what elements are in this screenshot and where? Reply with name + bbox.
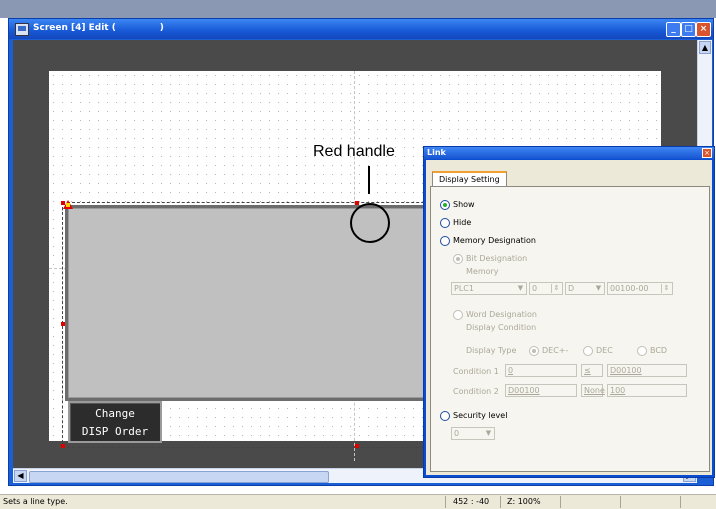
device-type-dropdown-icon: ▼ bbox=[595, 284, 602, 292]
security-level-value: 0 bbox=[454, 429, 460, 438]
device-number-value: 0 bbox=[532, 284, 538, 293]
condition1-left-field[interactable]: 0 bbox=[505, 364, 577, 377]
plc-value: PLC1 bbox=[454, 284, 474, 293]
link-dialog-titlebar[interactable]: Link × bbox=[424, 147, 714, 159]
device-type-select[interactable]: D ▼ bbox=[565, 282, 605, 295]
red-handle-callout: Red handle bbox=[313, 143, 395, 160]
dec-radio[interactable] bbox=[583, 346, 593, 356]
dec-label: DEC bbox=[596, 346, 613, 355]
security-level-radio[interactable] bbox=[440, 411, 450, 421]
close-button[interactable]: × bbox=[696, 22, 711, 37]
scroll-left-icon[interactable]: ◀ bbox=[14, 470, 27, 482]
title-bar[interactable]: Screen [4] Edit ( ) _ □ × bbox=[9, 19, 713, 39]
handle-top-middle[interactable] bbox=[355, 201, 359, 205]
condition2-operator[interactable]: None bbox=[581, 384, 605, 397]
status-separator bbox=[560, 496, 561, 508]
device-type-value: D bbox=[568, 284, 575, 293]
link-dialog-title: Link bbox=[427, 148, 446, 157]
bit-designation-radio[interactable] bbox=[453, 254, 463, 264]
horizontal-scroll-thumb[interactable] bbox=[29, 471, 329, 483]
switch-label-line1: Change bbox=[95, 407, 135, 420]
bcd-radio[interactable] bbox=[637, 346, 647, 356]
callout-line bbox=[368, 166, 370, 194]
display-type-label: Display Type bbox=[466, 346, 517, 355]
handle-bottom-left[interactable] bbox=[61, 444, 65, 448]
condition1-operator[interactable]: ≤ bbox=[581, 364, 603, 377]
status-separator bbox=[680, 496, 681, 508]
status-separator bbox=[500, 496, 501, 508]
handle-bottom-middle[interactable] bbox=[355, 444, 359, 448]
bit-designation-label: Bit Designation bbox=[466, 254, 528, 263]
security-dropdown-icon: ▼ bbox=[485, 429, 492, 437]
display-setting-pane: Show Hide Memory Designation Bit Designa… bbox=[430, 186, 710, 472]
condition2-right-field[interactable]: 100 bbox=[607, 384, 687, 397]
tab-display-setting[interactable]: Display Setting bbox=[432, 171, 507, 186]
condition2-operator-value: None bbox=[584, 386, 605, 395]
word-designation-radio[interactable] bbox=[453, 310, 463, 320]
condition2-left-value: D00100 bbox=[508, 386, 540, 395]
maximize-button[interactable]: □ bbox=[681, 22, 696, 37]
minimize-button[interactable]: _ bbox=[666, 22, 681, 37]
status-separator bbox=[445, 496, 446, 508]
word-designation-label: Word Designation bbox=[466, 310, 537, 319]
link-dialog-body: Display Setting Show Hide Memory Designa… bbox=[426, 160, 712, 475]
memory-label: Memory bbox=[466, 267, 499, 276]
condition2-right-value: 100 bbox=[610, 386, 626, 395]
condition1-label: Condition 1 bbox=[453, 367, 499, 376]
status-message: Sets a line type. bbox=[3, 497, 68, 506]
handle-middle-left[interactable] bbox=[61, 322, 65, 326]
condition1-operator-value: ≤ bbox=[584, 366, 591, 375]
security-level-select[interactable]: 0 ▼ bbox=[451, 427, 495, 440]
zoom-level: Z: 100% bbox=[507, 497, 541, 506]
link-dialog: Link × Display Setting Show Hide Memory … bbox=[423, 146, 715, 478]
show-radio[interactable] bbox=[440, 200, 450, 210]
display-condition-label: Display Condition bbox=[466, 323, 537, 332]
switch-label-line2: DISP Order bbox=[81, 425, 149, 438]
callout-circle bbox=[350, 203, 390, 243]
top-strip bbox=[0, 0, 716, 18]
screen-icon bbox=[15, 23, 29, 36]
security-level-label: Security level bbox=[453, 411, 508, 420]
status-bar: Sets a line type. 452 : -40 Z: 100% bbox=[0, 494, 716, 509]
device-number-spin-icon: ⇕ bbox=[551, 284, 561, 293]
address-spin-icon: ⇕ bbox=[661, 284, 671, 293]
dec-pm-label: DEC+- bbox=[542, 346, 569, 355]
bcd-label: BCD bbox=[650, 346, 668, 355]
condition1-left-value: 0 bbox=[508, 366, 514, 375]
hide-label: Hide bbox=[453, 218, 472, 227]
dec-pm-radio[interactable] bbox=[529, 346, 539, 356]
address-value: 00100-00 bbox=[610, 284, 649, 293]
memory-designation-label: Memory Designation bbox=[453, 236, 536, 245]
condition1-right-value: D00100 bbox=[610, 366, 642, 375]
scroll-up-icon[interactable]: ▲ bbox=[699, 41, 711, 54]
show-label: Show bbox=[453, 200, 475, 209]
condition1-right-field[interactable]: D00100 bbox=[607, 364, 687, 377]
memory-designation-radio[interactable] bbox=[440, 236, 450, 246]
hide-radio[interactable] bbox=[440, 218, 450, 228]
status-separator bbox=[620, 496, 621, 508]
cursor-coordinates: 452 : -40 bbox=[453, 497, 490, 506]
change-disp-order-switch[interactable]: Change DISP Order bbox=[68, 401, 162, 443]
plc-dropdown-icon: ▼ bbox=[517, 284, 524, 292]
address-stepper[interactable]: 00100-00 ⇕ bbox=[607, 282, 673, 295]
link-close-icon[interactable]: × bbox=[702, 148, 712, 158]
handle-top-left[interactable] bbox=[61, 201, 65, 205]
plc-select[interactable]: PLC1 ▼ bbox=[451, 282, 527, 295]
window-title: Screen [4] Edit ( ) bbox=[33, 23, 164, 33]
condition2-left-field[interactable]: D00100 bbox=[505, 384, 577, 397]
condition2-label: Condition 2 bbox=[453, 387, 499, 396]
device-number-stepper[interactable]: 0 ⇕ bbox=[529, 282, 563, 295]
